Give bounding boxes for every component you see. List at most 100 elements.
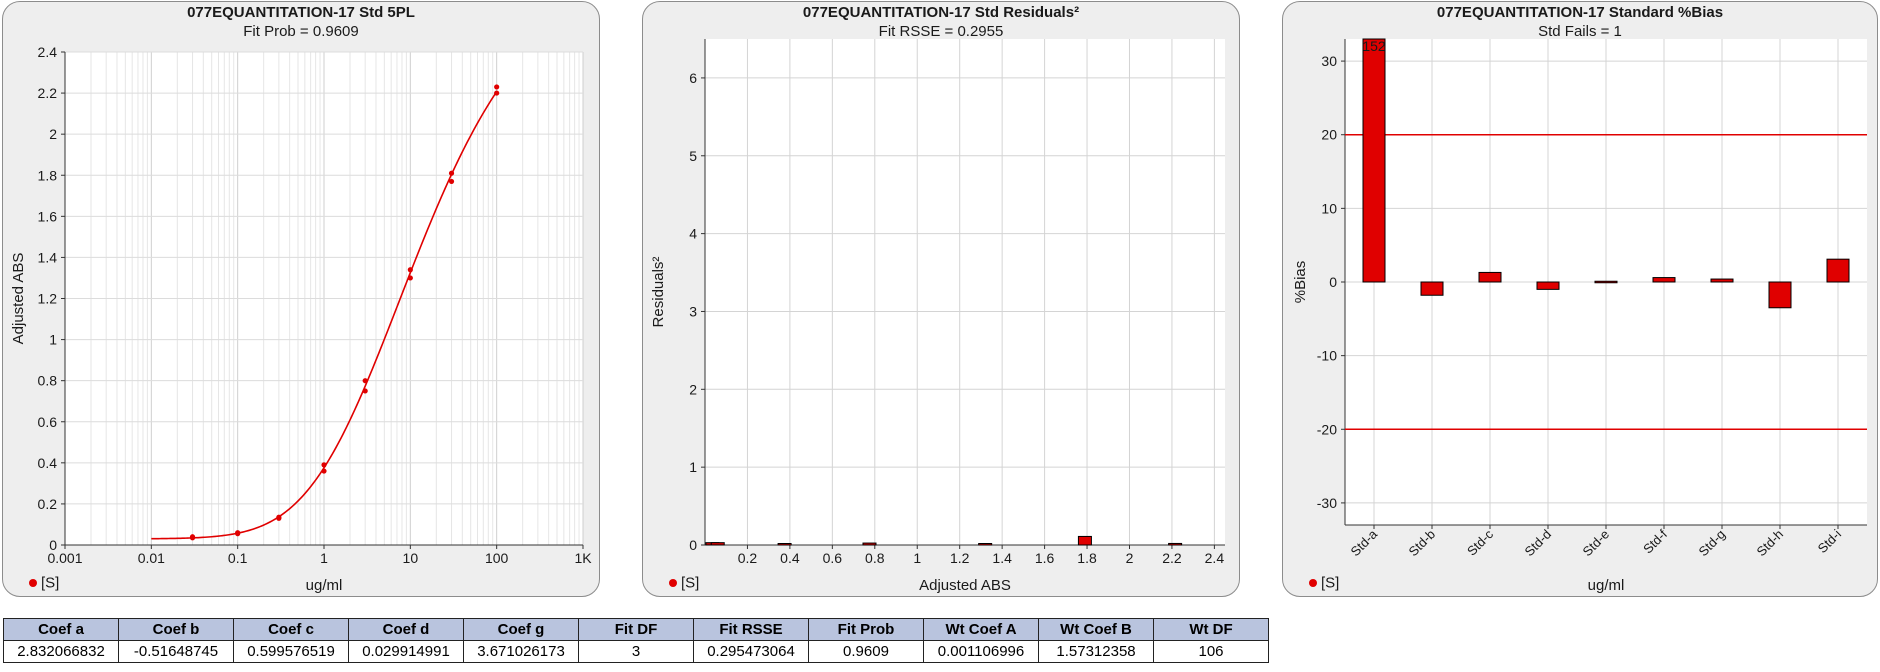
x-tick-label: 0.6 (823, 550, 843, 566)
coefficient-table: Coef a Coef b Coef c Coef d Coef g Fit D… (3, 618, 1269, 663)
plot-area (705, 39, 1225, 545)
data-point (362, 378, 368, 384)
x-tick-label: Std-f (1640, 526, 1670, 556)
data-point (235, 530, 241, 536)
header-coef-g: Coef g (463, 618, 579, 641)
x-axis-title: Adjusted ABS (919, 577, 1011, 594)
y-tick-label: -30 (1317, 495, 1337, 511)
cell-fit-rsse: 0.295473064 (693, 640, 809, 663)
x-tick-label: 1 (913, 550, 921, 566)
header-coef-c: Coef c (233, 618, 349, 641)
x-tick-label: 0.4 (780, 550, 800, 566)
bar (1420, 281, 1444, 296)
header-fit-df: Fit DF (578, 618, 694, 641)
y-tick-label: 0 (1329, 274, 1337, 290)
y-tick-label: 1.4 (38, 249, 58, 265)
y-tick-label: 0.8 (38, 373, 58, 389)
x-axis-title: ug/ml (1588, 577, 1625, 594)
series-marker-icon (29, 579, 37, 588)
y-tick-label: 30 (1321, 53, 1337, 69)
data-point (321, 468, 327, 474)
legend[interactable]: [S] (669, 574, 699, 592)
x-tick-label: 10 (403, 550, 419, 566)
x-tick-label: 100 (485, 550, 509, 566)
x-tick-label: Std-i (1815, 526, 1845, 556)
header-wt-coef-b: Wt Coef B (1038, 618, 1154, 641)
bar (777, 543, 792, 546)
table-header-row: Coef a Coef b Coef c Coef d Coef g Fit D… (3, 618, 1269, 641)
header-coef-a: Coef a (3, 618, 119, 641)
bar (862, 542, 877, 546)
panel-subtitle: Std Fails = 1 (1538, 23, 1622, 40)
x-tick-label: Std-e (1580, 527, 1613, 560)
data-point (494, 90, 500, 96)
x-tick-label: Std-d (1522, 527, 1555, 560)
x-tick-label: 0.8 (865, 550, 885, 566)
header-fit-rsse: Fit RSSE (693, 618, 809, 641)
x-axis-title: ug/ml (306, 577, 343, 594)
data-point (494, 84, 500, 90)
cell-wt-df: 106 (1153, 640, 1269, 663)
y-tick-label: 2.2 (38, 85, 58, 101)
y-axis-title: Adjusted ABS (10, 253, 27, 345)
header-coef-d: Coef d (348, 618, 464, 641)
header-fit-prob: Fit Prob (808, 618, 924, 641)
standard-curve-chart: 00.20.40.60.811.21.41.61.822.22.40.001 0.… (10, 44, 592, 594)
y-tick-label: 2.4 (38, 44, 58, 60)
y-tick-label: 0.2 (38, 496, 58, 512)
y-tick-label: -20 (1317, 421, 1337, 437)
x-tick-label: Std-h (1754, 527, 1787, 560)
bar (1594, 280, 1618, 284)
x-tick-label: 0.2 (738, 550, 758, 566)
y-axis-title: %Bias (1292, 261, 1309, 304)
bar (1077, 535, 1092, 546)
cell-fit-df: 3 (578, 640, 694, 663)
panel-title: 077EQUANTITATION-17 Standard %Bias (1436, 4, 1724, 21)
data-point (321, 462, 327, 468)
cell-wt-coef-a: 0.001106996 (923, 640, 1039, 663)
y-tick-label: 1 (49, 332, 57, 348)
cell-coef-a: 2.832066832 (3, 640, 119, 663)
x-tick-label: 0.01 (138, 550, 165, 566)
header-wt-df: Wt DF (1153, 618, 1269, 641)
data-point (407, 275, 413, 281)
x-tick-label: 1.4 (992, 550, 1012, 566)
y-tick-label: 10 (1321, 200, 1337, 216)
x-tick-label: Std-b (1406, 527, 1439, 560)
panel-title: 077EQUANTITATION-17 Std 5PL (187, 4, 415, 21)
cell-fit-prob: 0.9609 (808, 640, 924, 663)
x-tick-label: 1.8 (1077, 550, 1097, 566)
x-tick-label: 2 (1126, 550, 1134, 566)
standard-curve-panel: 0 0.2 0.4 0.6 0.8 1 1.2 1.4 1.6 1.8 2 2.2 2.4 0.001 0.… (2, 1, 600, 597)
y-tick-label: 6 (689, 70, 697, 86)
y-tick-label: 1.6 (38, 208, 58, 224)
bar (978, 543, 993, 546)
y-tick-label: 0.4 (38, 455, 58, 471)
cell-coef-b: -0.51648745 (118, 640, 234, 663)
data-point (448, 178, 455, 185)
x-tick-label: 1.6 (1035, 550, 1055, 566)
bar (710, 542, 725, 546)
bar (1710, 278, 1734, 283)
legend[interactable]: [S] (1309, 574, 1339, 592)
bar (1362, 38, 1386, 283)
bar (1826, 258, 1850, 283)
x-tick-label: 0.001 (47, 550, 82, 566)
y-tick-label: 2 (49, 126, 57, 142)
x-tick-label: Std-a (1348, 526, 1381, 559)
x-tick-label: Std-c (1464, 526, 1496, 558)
residuals-panel: 0 1 2 3 4 5 6 0.2 0.4 0.6 0.8 1 1.2 1.4 1.6 1.8 2 2.2 2.4 A… (642, 1, 1240, 597)
cell-coef-g: 3.671026173 (463, 640, 579, 663)
legend[interactable]: [S] (29, 574, 59, 592)
panel-title: 077EQUANTITATION-17 Std Residuals² (802, 4, 1080, 21)
residuals-chart: 0 1 2 3 4 5 6 0.2 0.4 0.6 0.8 1 1.2 1.4 1.6 1.8 2 2.2 2.4 A… (650, 39, 1225, 594)
bar (1536, 281, 1560, 290)
bar (1768, 281, 1792, 309)
y-tick-label: 1.2 (38, 291, 58, 307)
bar (1478, 271, 1502, 283)
bar (1168, 542, 1183, 546)
y-tick-label: 1.8 (38, 167, 58, 183)
data-point (448, 170, 455, 176)
cell-coef-c: 0.599576519 (233, 640, 349, 663)
y-tick-label: 2 (689, 381, 697, 397)
